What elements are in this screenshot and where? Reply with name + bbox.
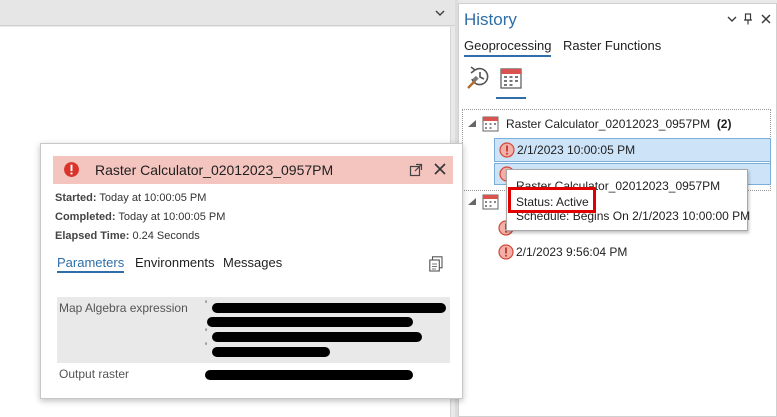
- popup-header: Raster Calculator_02012023_0957PM: [53, 156, 453, 184]
- tab-parameters[interactable]: Parameters: [57, 255, 125, 273]
- history-item-time: 2/1/2023 9:56:04 PM: [516, 245, 628, 259]
- popup-title: Raster Calculator_02012023_0957PM: [95, 162, 334, 178]
- active-view-indicator: [496, 97, 526, 99]
- completed-value: Today at 10:00:05 PM: [118, 211, 226, 223]
- elapsed-row: Elapsed Time: 0.24 Seconds: [55, 230, 200, 242]
- status-highlight-box: [508, 187, 596, 213]
- tab-geoprocessing[interactable]: Geoprocessing: [464, 38, 552, 57]
- started-value: Today at 10:00:05 PM: [99, 192, 207, 204]
- history-group-label: Raster Calculator_02012023_0957PM (2): [506, 114, 731, 134]
- redacted-text-mark: ': [205, 299, 208, 311]
- close-icon[interactable]: [433, 162, 447, 176]
- redacted-value: [212, 303, 446, 313]
- parameter-row: Output raster: [57, 363, 450, 387]
- open-external-icon[interactable]: [409, 163, 423, 177]
- completed-row: Completed: Today at 10:00:05 PM: [55, 211, 225, 223]
- chevron-down-icon[interactable]: [433, 6, 447, 20]
- redacted-value: [205, 370, 413, 380]
- pin-icon[interactable]: [741, 12, 755, 26]
- calendar-icon: [482, 116, 499, 132]
- parameter-row: Map Algebra expression ' ' ': [57, 297, 450, 363]
- group-name: Raster Calculator_02012023_0957PM: [506, 117, 711, 131]
- collapse-triangle-icon[interactable]: [467, 119, 477, 129]
- close-icon[interactable]: [759, 12, 773, 26]
- elapsed-label: Elapsed Time:: [55, 230, 130, 242]
- history-item[interactable]: 2/1/2023 9:56:04 PM: [494, 242, 771, 262]
- error-icon: [499, 142, 515, 158]
- completed-label: Completed:: [55, 211, 116, 223]
- parameter-label: Output raster: [59, 367, 130, 381]
- redacted-value: [212, 347, 330, 357]
- calendar-icon: [482, 194, 499, 210]
- redacted-text-mark: ': [205, 327, 208, 339]
- history-item-selected[interactable]: 2/1/2023 10:00:05 PM: [494, 138, 771, 162]
- parameter-label: Map Algebra expression: [59, 301, 188, 315]
- started-row: Started: Today at 10:00:05 PM: [55, 192, 206, 204]
- tab-messages[interactable]: Messages: [223, 255, 282, 270]
- redacted-value: [212, 332, 422, 342]
- copy-icon[interactable]: [429, 256, 443, 272]
- started-label: Started:: [55, 192, 97, 204]
- tab-environments[interactable]: Environments: [135, 255, 214, 270]
- elapsed-value: 0.24 Seconds: [132, 230, 200, 242]
- history-group[interactable]: Raster Calculator_02012023_0957PM (2): [464, 114, 764, 134]
- document-tabstrip: [0, 0, 455, 26]
- history-tool-icon[interactable]: [466, 64, 492, 90]
- pane-title: History: [464, 10, 517, 29]
- pane-options-chevron-icon[interactable]: [725, 12, 739, 26]
- group-count: (2): [716, 117, 732, 131]
- history-item-time: 2/1/2023 10:00:05 PM: [517, 143, 636, 157]
- tool-details-popup: Raster Calculator_02012023_0957PM Starte…: [40, 143, 463, 399]
- collapse-triangle-icon[interactable]: [467, 197, 477, 207]
- redacted-text-mark: ': [205, 341, 208, 353]
- error-icon: [64, 162, 79, 177]
- tab-raster-functions[interactable]: Raster Functions: [563, 38, 661, 53]
- calendar-icon[interactable]: [499, 66, 523, 90]
- error-icon: [498, 244, 514, 260]
- redacted-value: [207, 317, 413, 327]
